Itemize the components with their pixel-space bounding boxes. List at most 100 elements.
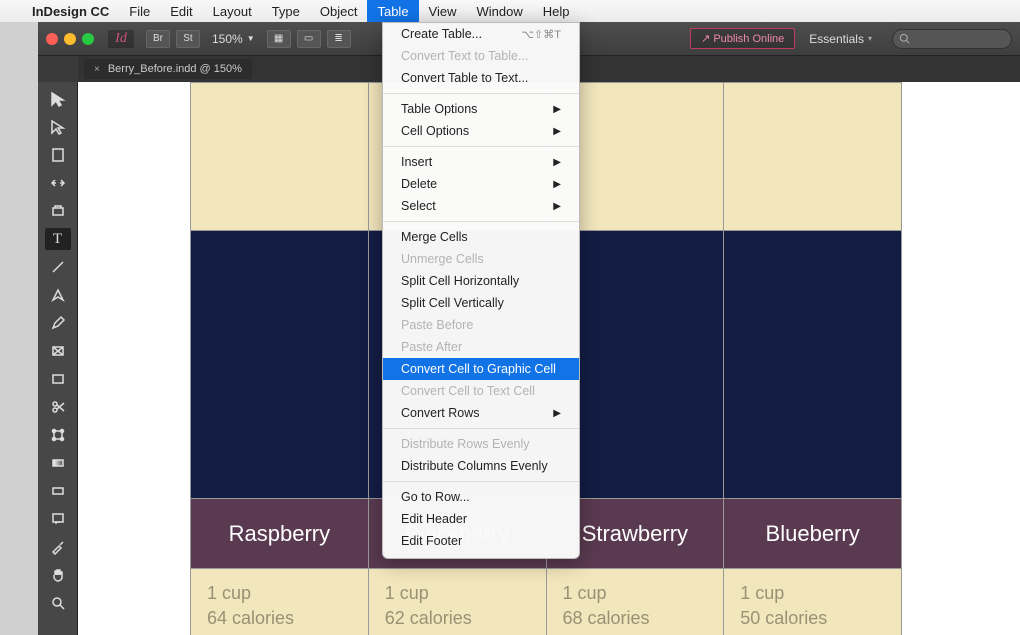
view-options-icon[interactable]: ▦ [267, 30, 291, 48]
menu-item-cell-options[interactable]: Cell Options▶ [383, 120, 579, 142]
menu-table[interactable]: Table [367, 0, 418, 22]
table-cell[interactable]: 1 cup62 calories [368, 569, 546, 635]
menu-item-label: Convert Rows [401, 406, 480, 420]
workspace-switcher[interactable]: Essentials▾ [801, 32, 880, 46]
gradient-swatch-tool[interactable] [45, 452, 71, 474]
menu-item-split-cell-vertically[interactable]: Split Cell Vertically [383, 292, 579, 314]
zoom-select[interactable]: 150%▼ [206, 32, 261, 46]
screen-mode-icon[interactable]: ▭ [297, 30, 321, 48]
document-tab[interactable]: × Berry_Before.indd @ 150% [84, 59, 252, 79]
menu-item-unmerge-cells: Unmerge Cells [383, 248, 579, 270]
serving-text: 1 cup [385, 581, 530, 606]
menu-item-convert-rows[interactable]: Convert Rows ▶ [383, 402, 579, 424]
close-tab-icon[interactable]: × [94, 64, 100, 75]
selection-tool[interactable] [45, 88, 71, 110]
menu-item-label: Distribute Columns Evenly [401, 459, 548, 473]
menu-item-split-cell-horizontally[interactable]: Split Cell Horizontally [383, 270, 579, 292]
gradient-feather-tool[interactable] [45, 480, 71, 502]
submenu-arrow-icon: ▶ [553, 408, 561, 419]
calories-text: 50 calories [740, 606, 885, 631]
serving-text: 1 cup [740, 581, 885, 606]
menu-type[interactable]: Type [262, 0, 310, 22]
submenu-arrow-icon: ▶ [553, 104, 561, 115]
menu-item-label: Split Cell Vertically [401, 296, 504, 310]
page-tool[interactable] [45, 144, 71, 166]
publish-label: Publish Online [713, 33, 784, 45]
menu-item-edit-header[interactable]: Edit Header [383, 508, 579, 530]
menu-item-label: Unmerge Cells [401, 252, 484, 266]
menu-file[interactable]: File [119, 0, 160, 22]
tool-panel: T [38, 82, 78, 635]
arrange-icon[interactable]: ≣ [327, 30, 351, 48]
calories-text: 68 calories [563, 606, 708, 631]
menu-object[interactable]: Object [310, 0, 368, 22]
pen-tool[interactable] [45, 284, 71, 306]
menu-edit[interactable]: Edit [160, 0, 202, 22]
calories-text: 64 calories [207, 606, 352, 631]
menu-item-select[interactable]: Select▶ [383, 195, 579, 217]
menu-help[interactable]: Help [533, 0, 580, 22]
menu-item-label: Cell Options [401, 124, 469, 138]
menu-item-merge-cells[interactable]: Merge Cells [383, 226, 579, 248]
table-header-cell[interactable]: Blueberry [724, 499, 902, 569]
gap-tool[interactable] [45, 172, 71, 194]
pencil-tool[interactable] [45, 312, 71, 334]
line-tool[interactable] [45, 256, 71, 278]
stock-icon[interactable]: St [176, 30, 200, 48]
menu-item-paste-before: Paste Before [383, 314, 579, 336]
direct-selection-tool[interactable] [45, 116, 71, 138]
free-transform-tool[interactable] [45, 424, 71, 446]
table-header-cell[interactable]: Raspberry [191, 499, 369, 569]
minimize-window[interactable] [64, 33, 76, 45]
close-window[interactable] [46, 33, 58, 45]
menu-item-convert-table-to-text[interactable]: Convert Table to Text... [383, 67, 579, 89]
menu-separator [383, 146, 579, 147]
menu-item-label: Distribute Rows Evenly [401, 437, 530, 451]
menu-item-distribute-columns-evenly[interactable]: Distribute Columns Evenly [383, 455, 579, 477]
menu-window[interactable]: Window [467, 0, 533, 22]
window-controls [46, 33, 94, 45]
menu-item-label: Convert Text to Table... [401, 49, 528, 63]
rectangle-tool[interactable] [45, 368, 71, 390]
menu-separator [383, 428, 579, 429]
menu-item-edit-footer[interactable]: Edit Footer [383, 530, 579, 552]
menu-separator [383, 221, 579, 222]
table-cell[interactable]: 1 cup64 calories [191, 569, 369, 635]
table-row[interactable]: 1 cup64 calories 1 cup62 calories 1 cup6… [191, 569, 902, 635]
menu-item-table-options[interactable]: Table Options▶ [383, 98, 579, 120]
note-tool[interactable] [45, 508, 71, 530]
menu-layout[interactable]: Layout [203, 0, 262, 22]
hand-tool[interactable] [45, 564, 71, 586]
menu-item-label: Edit Header [401, 512, 467, 526]
menu-item-convert-cell-to-graphic-cell[interactable]: Convert Cell to Graphic Cell [383, 358, 579, 380]
publish-online-button[interactable]: ↗ Publish Online [690, 28, 795, 49]
menu-item-label: Convert Cell to Graphic Cell [401, 362, 556, 376]
content-collector-tool[interactable] [45, 200, 71, 222]
table-cell[interactable]: 1 cup50 calories [724, 569, 902, 635]
menu-item-label: Convert Cell to Text Cell [401, 384, 535, 398]
menu-item-convert-text-to-table: Convert Text to Table... [383, 45, 579, 67]
table-cell[interactable]: 1 cup68 calories [546, 569, 724, 635]
document-tab-label: Berry_Before.indd @ 150% [108, 63, 242, 75]
table-menu-dropdown: Create Table...⌥⇧⌘T Convert Text to Table… [382, 22, 580, 559]
scissors-tool[interactable] [45, 396, 71, 418]
menu-item-distribute-rows-evenly: Distribute Rows Evenly [383, 433, 579, 455]
search-input[interactable] [892, 29, 1012, 49]
menu-view[interactable]: View [419, 0, 467, 22]
rectangle-frame-tool[interactable] [45, 340, 71, 362]
menu-item-go-to-row[interactable]: Go to Row... [383, 486, 579, 508]
type-tool[interactable]: T [45, 228, 71, 250]
zoom-tool[interactable] [45, 592, 71, 614]
menu-separator [383, 93, 579, 94]
menu-item-label: Split Cell Horizontally [401, 274, 519, 288]
menu-item-paste-after: Paste After [383, 336, 579, 358]
bridge-icon[interactable]: Br [146, 30, 170, 48]
menu-item-insert[interactable]: Insert▶ [383, 151, 579, 173]
menu-item-create-table[interactable]: Create Table...⌥⇧⌘T [383, 23, 579, 45]
serving-text: 1 cup [563, 581, 708, 606]
app-name[interactable]: InDesign CC [22, 4, 119, 19]
zoom-window[interactable] [82, 33, 94, 45]
menu-item-label: Paste After [401, 340, 462, 354]
eyedropper-tool[interactable] [45, 536, 71, 558]
menu-item-delete[interactable]: Delete▶ [383, 173, 579, 195]
